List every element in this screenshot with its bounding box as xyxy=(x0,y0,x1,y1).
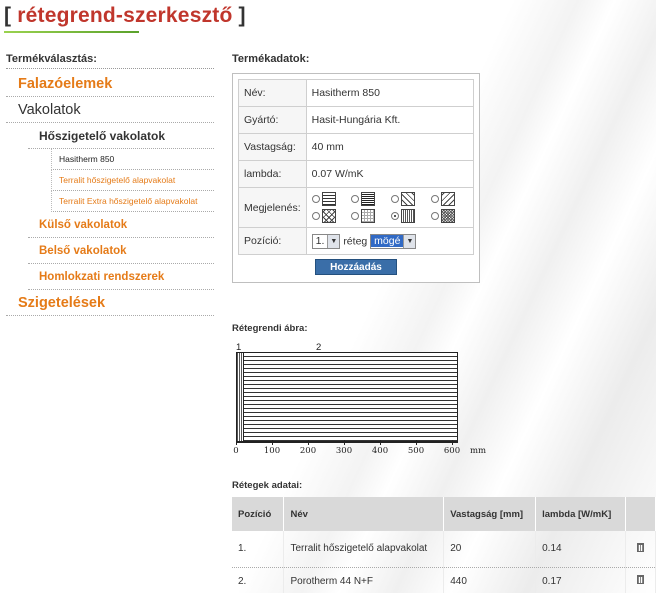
product-nav: Falazóelemek Vakolatok Hőszigetelő vakol… xyxy=(6,71,214,316)
pattern-swatch-diagonal-forward xyxy=(441,192,456,206)
nav-item-hasitherm-850[interactable]: Hasitherm 850 xyxy=(51,149,214,170)
nav-item-belso-vakolatok[interactable]: Belső vakolatok xyxy=(28,238,214,264)
pattern-radio-selected[interactable] xyxy=(391,212,400,220)
col-actions xyxy=(625,497,656,531)
chevron-down-icon: ▼ xyxy=(403,234,416,248)
product-data-header: Termékadatok: xyxy=(232,53,310,65)
placement-select[interactable]: mögé ▼ xyxy=(370,233,417,249)
row-thickness: 20 xyxy=(443,531,537,568)
axis-tick xyxy=(416,440,417,445)
pattern-radio[interactable] xyxy=(351,212,360,220)
table-row: 1. Terralit hőszigetelő alapvakolat 20 0… xyxy=(232,531,656,568)
pattern-swatch-dense-horizontal-lines xyxy=(361,192,376,206)
product-selection-header: Termékválasztás: xyxy=(6,53,214,69)
pattern-option-cross-hatch[interactable] xyxy=(311,209,349,223)
row-position: 1. xyxy=(232,531,285,568)
nav-item-szigetelesek[interactable]: Szigetelések xyxy=(6,290,214,316)
nav-item-terralit[interactable]: Terralit hőszigetelő alapvakolat xyxy=(51,170,214,191)
add-button[interactable]: Hozzáadás xyxy=(315,259,397,275)
pattern-picker xyxy=(311,192,468,223)
thickness-label: Vastagság: xyxy=(238,133,307,161)
position-select[interactable]: 1. ▼ xyxy=(311,233,341,249)
pattern-swatch-dense-dots xyxy=(401,209,416,223)
pattern-radio[interactable] xyxy=(431,195,440,203)
lambda-value: 0.07 W/mK xyxy=(305,160,475,188)
trash-icon[interactable] xyxy=(636,542,644,552)
name-value: Hasitherm 850 xyxy=(305,79,475,107)
page-title: [ rétegrend-szerkesztő ] xyxy=(4,4,246,27)
axis-tick-label: 0 xyxy=(233,446,239,456)
table-header-row: Pozíció Név Vastagság [mm] lambda [W/mK] xyxy=(232,497,656,531)
axis-tick-label: 200 xyxy=(299,446,317,456)
nav-item-falazoelemek[interactable]: Falazóelemek xyxy=(6,71,214,97)
axis-tick-label: 500 xyxy=(407,446,425,456)
pattern-option-diagonal-forward[interactable] xyxy=(431,192,468,206)
nav-item-vakolatok[interactable]: Vakolatok xyxy=(6,97,214,123)
pattern-option-checker[interactable] xyxy=(431,209,468,223)
pattern-radio[interactable] xyxy=(431,212,440,220)
pattern-radio[interactable] xyxy=(311,195,320,203)
maker-value: Hasit-Hungária Kft. xyxy=(305,106,475,134)
name-label: Név: xyxy=(238,79,307,107)
nav-item-hoszigetelo-vakolatok[interactable]: Hőszigetelő vakolatok xyxy=(28,123,214,149)
layer-diagram-header: Rétegrendi ábra: xyxy=(232,323,308,334)
trash-icon[interactable] xyxy=(636,575,644,584)
position-label: Pozíció: xyxy=(238,227,307,255)
maker-label: Gyártó: xyxy=(238,106,307,134)
row-lambda: 0.17 xyxy=(535,567,626,593)
pattern-option-dense-dots[interactable] xyxy=(391,209,428,223)
row-thickness: 440 xyxy=(443,567,537,593)
pattern-swatch-dotted-grid xyxy=(361,209,376,223)
pattern-swatch-horizontal-lines xyxy=(321,192,336,206)
layers-data-header: Rétegek adatai: xyxy=(232,480,303,491)
layer-2-block xyxy=(236,352,458,442)
diagram-axis xyxy=(236,442,458,443)
pattern-radio[interactable] xyxy=(351,195,360,203)
product-data-panel: Név: Hasitherm 850 Gyártó: Hasit-Hungária … xyxy=(232,73,480,283)
axis-tick xyxy=(344,440,345,445)
nav-item-homlokzati-rendszerek[interactable]: Homlokzati rendszerek xyxy=(28,264,214,290)
axis-tick xyxy=(380,440,381,445)
axis-unit: mm xyxy=(469,446,487,456)
title-underline xyxy=(4,31,139,33)
pattern-option-diagonal-back[interactable] xyxy=(391,192,428,206)
row-name: Porotherm 44 N+F xyxy=(283,567,445,593)
pattern-radio[interactable] xyxy=(311,212,320,220)
pattern-swatch-cross-hatch xyxy=(321,209,336,223)
pattern-radio[interactable] xyxy=(391,195,400,203)
axis-tick-label: 100 xyxy=(263,446,281,456)
pattern-option-dotted-grid[interactable] xyxy=(351,209,388,223)
axis-tick xyxy=(272,440,273,445)
thickness-value: 40 mm xyxy=(305,133,475,161)
axis-tick xyxy=(236,440,237,445)
col-position: Pozíció xyxy=(232,497,285,531)
layers-table: Pozíció Név Vastagság [mm] lambda [W/mK]… xyxy=(232,497,656,593)
pattern-swatch-checker xyxy=(441,209,456,223)
col-thickness: Vastagság [mm] xyxy=(443,497,537,531)
chevron-down-icon: ▼ xyxy=(327,234,340,248)
axis-tick-label: 600 xyxy=(443,446,461,456)
lambda-label: lambda: xyxy=(238,160,307,188)
layer-1-block xyxy=(236,352,244,442)
nav-item-kulso-vakolatok[interactable]: Külső vakolatok xyxy=(28,212,214,238)
row-lambda: 0.14 xyxy=(535,531,626,568)
axis-tick xyxy=(308,440,309,445)
pattern-swatch-diagonal-back xyxy=(401,192,416,206)
col-lambda: lambda [W/mK] xyxy=(535,497,626,531)
layer-diagram: 1 2 0 100 200 300 400 500 600 mm xyxy=(232,342,494,462)
col-name: Név xyxy=(283,497,445,531)
axis-tick-label: 300 xyxy=(335,446,353,456)
pattern-option-horizontal-lines[interactable] xyxy=(311,192,349,206)
appearance-label: Megjelenés: xyxy=(238,187,307,228)
axis-tick xyxy=(452,440,453,445)
pattern-option-dense-horizontal-lines[interactable] xyxy=(351,192,388,206)
layer-word: réteg xyxy=(343,234,368,247)
axis-tick-label: 400 xyxy=(371,446,389,456)
table-row: 2. Porotherm 44 N+F 440 0.17 xyxy=(232,567,656,593)
row-name: Terralit hőszigetelő alapvakolat xyxy=(283,531,445,568)
row-position: 2. xyxy=(232,567,285,593)
nav-item-terralit-extra[interactable]: Terralit Extra hőszigetelő alapvakolat xyxy=(51,191,214,212)
